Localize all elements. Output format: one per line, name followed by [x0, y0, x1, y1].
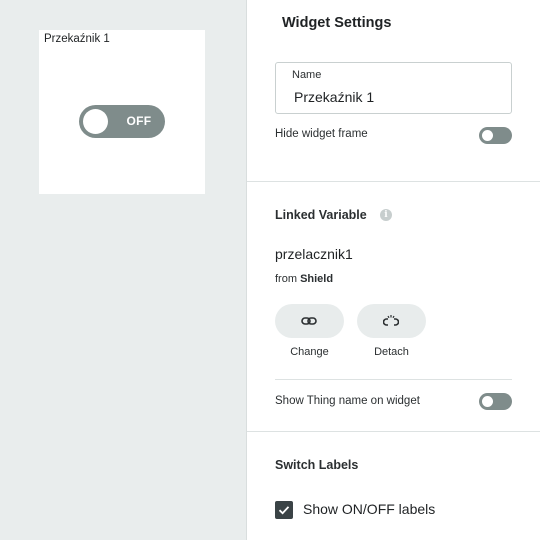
- detach-button[interactable]: [357, 304, 426, 338]
- switch-knob: [83, 109, 108, 134]
- switch-state-label: OFF: [126, 114, 152, 128]
- unlink-icon: [383, 315, 399, 326]
- show-labels-text[interactable]: Show ON/OFF labels: [303, 501, 435, 517]
- panel-title: Widget Settings: [282, 15, 392, 31]
- name-field-label: Name: [292, 69, 322, 81]
- switch-widget[interactable]: Przekaźnik 1 OFF: [39, 30, 205, 194]
- change-button-label: Change: [290, 346, 329, 358]
- settings-panel: Widget Settings Name Hide widget frame L…: [246, 0, 540, 540]
- hide-frame-toggle[interactable]: [479, 127, 512, 144]
- dashboard-canvas: Przekaźnik 1 OFF: [0, 0, 246, 540]
- section-divider: [247, 181, 540, 182]
- inner-divider: [275, 379, 512, 380]
- hide-frame-label: Hide widget frame: [275, 128, 368, 140]
- check-icon: [278, 506, 290, 515]
- detach-button-label: Detach: [374, 346, 409, 358]
- variable-name: przelacznik1: [275, 246, 353, 262]
- from-prefix: from: [275, 273, 297, 285]
- variable-source: from Shield: [275, 273, 333, 285]
- toggle-knob: [482, 396, 493, 407]
- name-field[interactable]: Name: [275, 62, 512, 114]
- section-divider: [247, 431, 540, 432]
- widget-switch-toggle[interactable]: OFF: [79, 105, 165, 138]
- change-button[interactable]: [275, 304, 344, 338]
- toggle-knob: [482, 130, 493, 141]
- link-icon: [301, 317, 317, 325]
- linked-variable-title: Linked Variable: [275, 208, 367, 222]
- widget-title: Przekaźnik 1: [44, 33, 110, 45]
- switch-labels-title: Switch Labels: [275, 458, 359, 472]
- info-icon[interactable]: i: [380, 209, 392, 221]
- show-thing-label: Show Thing name on widget: [275, 395, 420, 407]
- show-thing-toggle[interactable]: [479, 393, 512, 410]
- thing-name: Shield: [300, 273, 334, 285]
- show-labels-checkbox[interactable]: [275, 501, 293, 519]
- name-input[interactable]: [294, 87, 494, 107]
